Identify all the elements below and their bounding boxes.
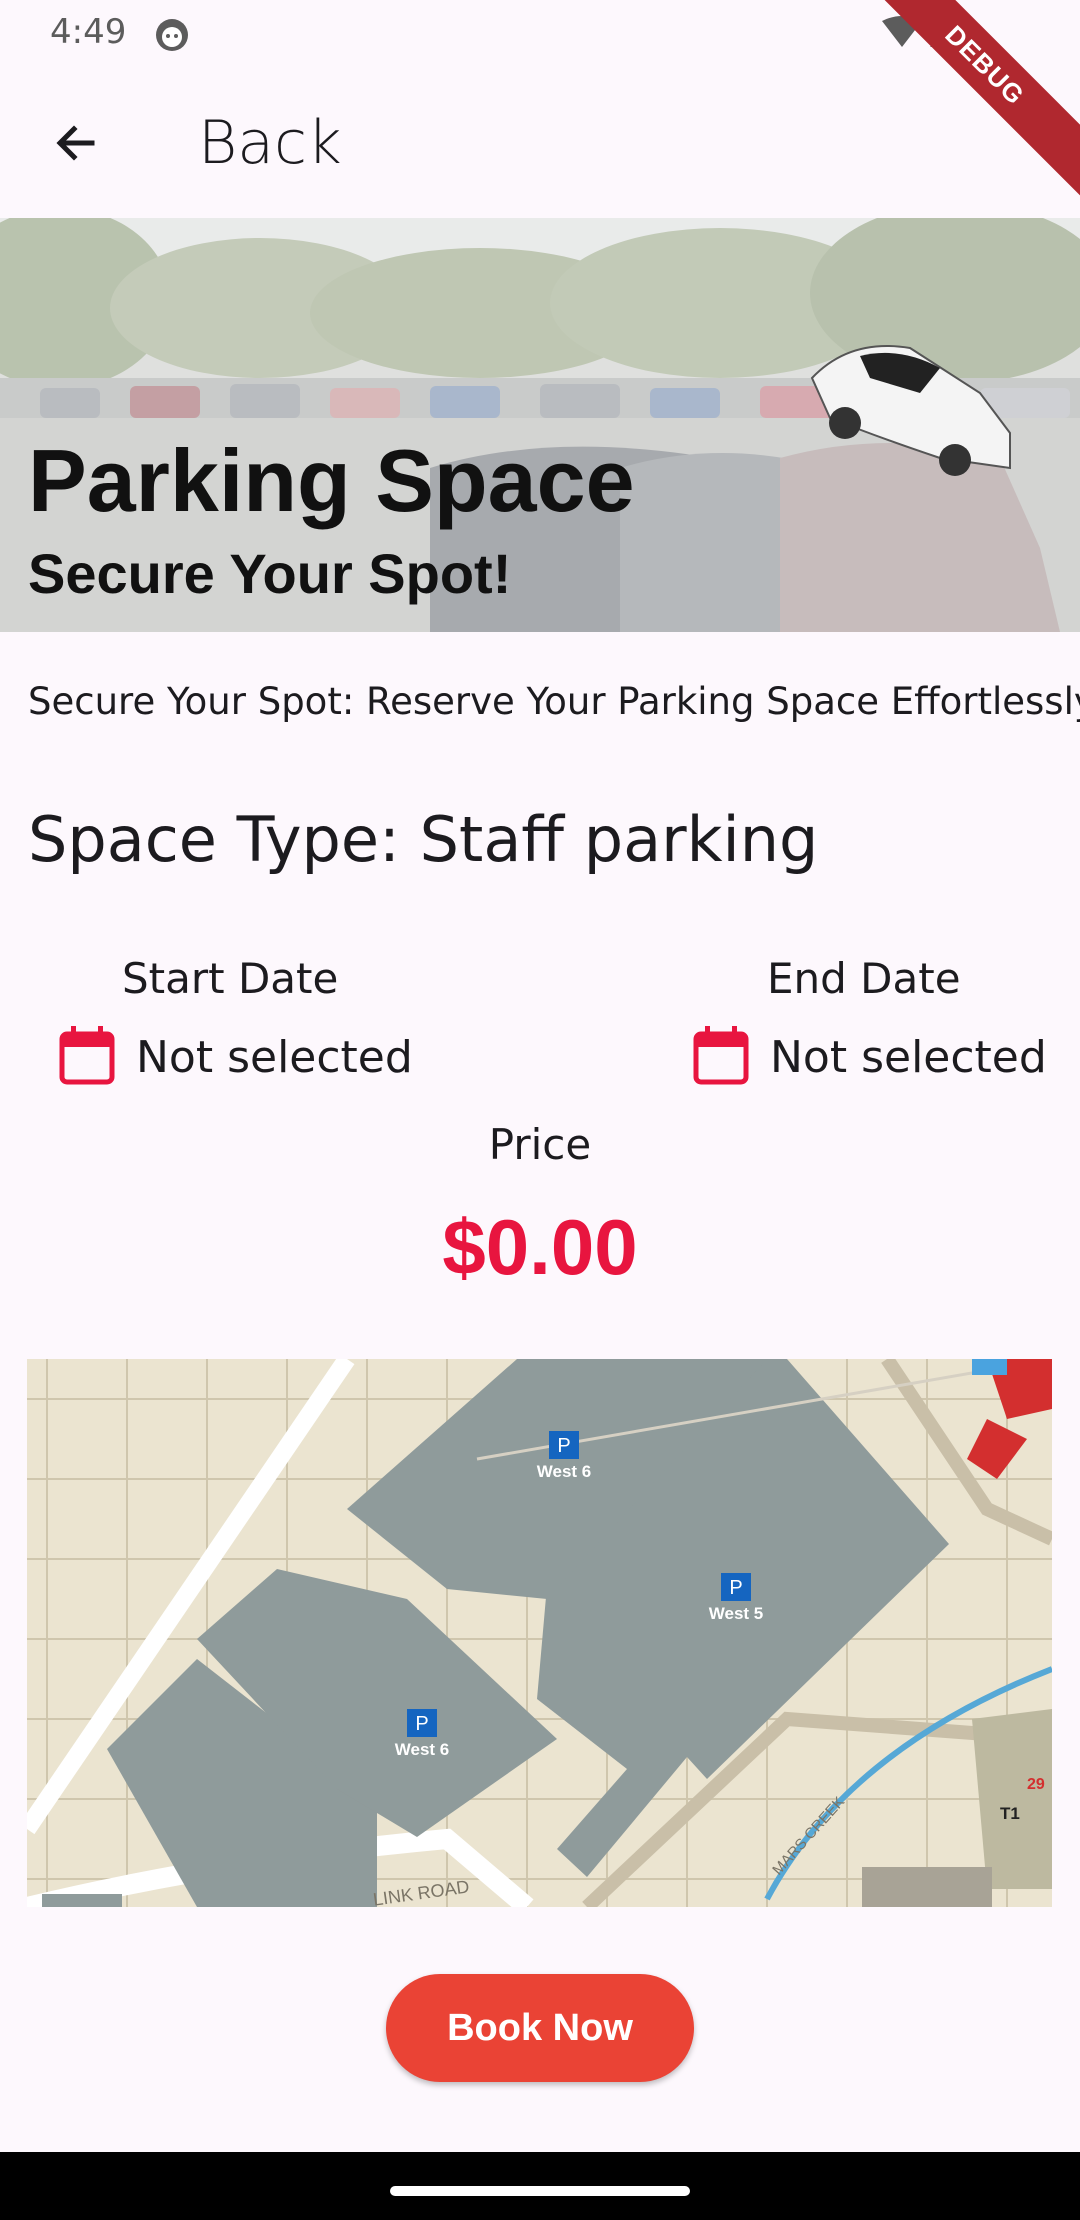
- parking-map[interactable]: P West 6 P West 5 P West 6 LINK ROAD MAR…: [27, 1359, 1052, 1907]
- calendar-icon: [58, 1024, 116, 1091]
- svg-text:P: P: [415, 1713, 428, 1735]
- tagline: Secure Your Spot: Reserve Your Parking S…: [28, 680, 1080, 723]
- space-type: Space Type: Staff parking: [28, 803, 819, 876]
- end-date-value: Not selected: [770, 1031, 1047, 1083]
- end-date-picker[interactable]: Not selected: [692, 1022, 1047, 1092]
- hero-title: Parking Space: [28, 431, 635, 530]
- back-arrow-icon[interactable]: [44, 111, 108, 175]
- svg-text:West 6: West 6: [395, 1740, 450, 1759]
- end-date-label: End Date: [767, 954, 961, 1003]
- start-date-picker[interactable]: Not selected: [58, 1022, 413, 1092]
- back-label[interactable]: Back: [198, 108, 342, 178]
- svg-text:West 5: West 5: [709, 1604, 764, 1623]
- price-value: $0.00: [442, 1203, 638, 1291]
- svg-text:P: P: [729, 1577, 742, 1599]
- start-date-label: Start Date: [122, 954, 339, 1003]
- hero-subtitle: Secure Your Spot!: [28, 542, 512, 605]
- book-now-button[interactable]: Book Now: [386, 1974, 694, 2082]
- svg-text:West 6: West 6: [537, 1462, 592, 1481]
- marker-number: 29: [1027, 1776, 1045, 1793]
- status-time: 4:49: [50, 12, 127, 52]
- svg-text:P: P: [557, 1435, 570, 1457]
- t1-marker: T1: [1000, 1804, 1020, 1823]
- hero-banner: Parking Space Secure Your Spot!: [0, 218, 1080, 632]
- notification-face-icon: [154, 17, 190, 58]
- app-bar: Back: [0, 66, 1080, 218]
- price-label: Price: [488, 1120, 592, 1169]
- start-date-value: Not selected: [136, 1031, 413, 1083]
- home-gesture-handle[interactable]: [390, 2186, 690, 2196]
- calendar-icon: [692, 1024, 750, 1091]
